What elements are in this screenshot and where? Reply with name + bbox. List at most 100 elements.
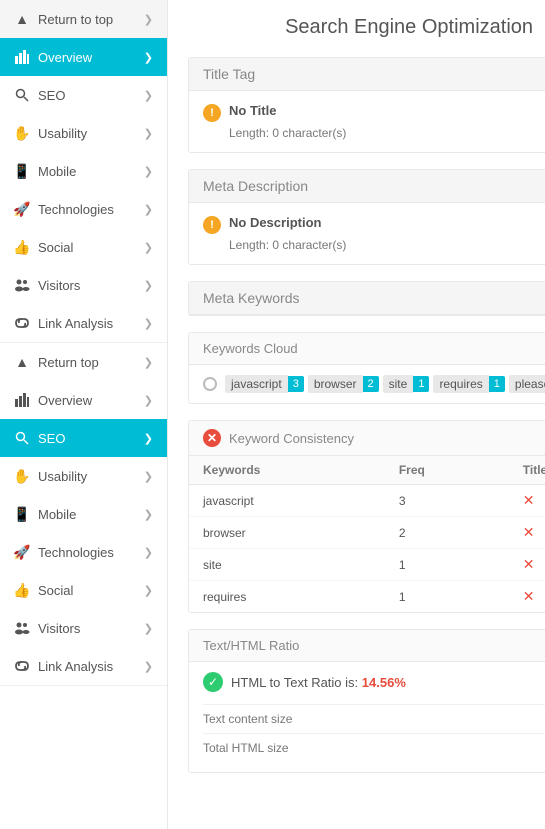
title-tag-header: Title Tag [189, 58, 545, 91]
ratio-header: Text/HTML Ratio [189, 630, 545, 662]
chart-icon-bottom [14, 392, 30, 408]
meta-keywords-section: Meta Keywords [188, 281, 545, 316]
sidebar-item-mobile[interactable]: 📱 Mobile ❯ [0, 152, 167, 190]
ratio-stat-row: Text content size 120 bytes [203, 705, 545, 734]
sidebar-item-social-bottom[interactable]: 👍 Social ❯ [0, 571, 167, 609]
sidebar-item-social[interactable]: 👍 Social ❯ [0, 228, 167, 266]
sidebar-return-top[interactable]: ▲ Return to top ❯ [0, 0, 167, 38]
page-title: Search Engine Optimization [188, 16, 545, 39]
table-row: javascript 3 ✕ [189, 485, 545, 517]
sidebar-item-usability-bottom[interactable]: ✋ Usability ❯ [0, 457, 167, 495]
sidebar-bottom-section: ▲ Return top ❯ Overview [0, 343, 167, 686]
chevron-right-icon-visitors: ❯ [144, 279, 153, 292]
title-tag-length: Length: 0 character(s) [229, 126, 545, 140]
ratio-text: HTML to Text Ratio is: 14.56% [231, 675, 406, 690]
title-tag-status: No Title [229, 103, 276, 118]
chevron-right-icon-usability: ❯ [144, 127, 153, 140]
sidebar-mobile-label: Mobile [38, 164, 76, 179]
cloud-tag-count: 3 [288, 376, 304, 392]
warning-icon-title: ! [203, 104, 221, 122]
cloud-tag-count: 1 [413, 376, 429, 392]
sidebar-item-usability[interactable]: ✋ Usability ❯ [0, 114, 167, 152]
cloud-tags-container: javascript 3 browser 2 site 1 requires 1 [225, 375, 545, 393]
sidebar-usability-label: Usability [38, 126, 87, 141]
ratio-stat-label: Text content size [203, 712, 292, 726]
sidebar-item-overview-bottom[interactable]: Overview ❯ [0, 381, 167, 419]
group-icon [14, 277, 30, 293]
search-icon [14, 87, 30, 103]
title-cell: ✕ [509, 485, 545, 517]
chevron-right-icon-link-bottom: ❯ [144, 660, 153, 673]
ratio-stat-label: Total HTML size [203, 741, 289, 755]
sidebar-item-link-bottom[interactable]: Link Analysis ❯ [0, 647, 167, 685]
sidebar-item-tech-bottom[interactable]: 🚀 Technologies ❯ [0, 533, 167, 571]
chevron-right-icon-overview-bottom: ❯ [144, 394, 153, 407]
link-icon [14, 315, 30, 331]
freq-cell: 1 [385, 581, 509, 613]
title-cell: ✕ [509, 581, 545, 613]
sidebar-link-bottom-label: Link Analysis [38, 659, 113, 674]
sidebar-item-seo-bottom[interactable]: SEO ❯ [0, 419, 167, 457]
sidebar-social-label: Social [38, 240, 73, 255]
chevron-right-icon-overview: ❯ [144, 51, 153, 64]
table-row: browser 2 ✕ [189, 517, 545, 549]
chevron-right-icon-seo: ❯ [144, 89, 153, 102]
error-icon-consistency: ✕ [203, 429, 221, 447]
cloud-tag-please: please 1 [509, 375, 545, 393]
text-html-ratio-section: Text/HTML Ratio ✓ HTML to Text Ratio is:… [188, 629, 545, 773]
meta-description-status: No Description [229, 215, 321, 230]
mobile-icon-bottom: 📱 [14, 506, 30, 522]
ratio-stats: Text content size 120 bytes Total HTML s… [203, 704, 545, 762]
sidebar-item-visitors-bottom[interactable]: Visitors ❯ [0, 609, 167, 647]
sidebar-item-overview[interactable]: Overview ❯ [0, 38, 167, 76]
chevron-right-icon-tech-bottom: ❯ [144, 546, 153, 559]
sidebar-item-seo[interactable]: SEO ❯ [0, 76, 167, 114]
keyword-consistency-header: ✕ Keyword Consistency [189, 421, 545, 456]
x-mark-icon: ✕ [523, 524, 535, 540]
table-row: site 1 ✕ [189, 549, 545, 581]
meta-description-header: Meta Description [189, 170, 545, 203]
sidebar-return-top-label: Return to top [38, 12, 113, 27]
chevron-right-icon-usability-bottom: ❯ [144, 470, 153, 483]
keyword-consistency-table: Keywords Freq Title javascript 3 ✕ brows… [189, 456, 545, 612]
thumbs-up-icon: 👍 [14, 239, 30, 255]
meta-description-length: Length: 0 character(s) [229, 238, 545, 252]
sidebar-overview-bottom-label: Overview [38, 393, 92, 408]
search-icon-bottom [14, 430, 30, 446]
ratio-body: ✓ HTML to Text Ratio is: 14.56% Text con… [189, 662, 545, 772]
hand-icon: ✋ [14, 125, 30, 141]
keyword-consistency-section: ✕ Keyword Consistency Keywords Freq Titl… [188, 420, 545, 613]
warning-icon-meta: ! [203, 216, 221, 234]
col-header-title: Title [509, 456, 545, 485]
chevron-right-icon-return-bottom: ❯ [144, 356, 153, 369]
ratio-info-row: ✓ HTML to Text Ratio is: 14.56% [203, 672, 545, 692]
sidebar-visitors-label: Visitors [38, 278, 80, 293]
chevron-right-icon-social: ❯ [144, 241, 153, 254]
title-cell: ✕ [509, 517, 545, 549]
sidebar-item-link-analysis[interactable]: Link Analysis ❯ [0, 304, 167, 342]
sidebar-return-bottom[interactable]: ▲ Return top ❯ [0, 343, 167, 381]
sidebar-mobile-bottom-label: Mobile [38, 507, 76, 522]
sidebar-item-technologies[interactable]: 🚀 Technologies ❯ [0, 190, 167, 228]
sidebar-link-analysis-label: Link Analysis [38, 316, 113, 331]
sidebar-social-bottom-label: Social [38, 583, 73, 598]
sidebar-usability-bottom-label: Usability [38, 469, 87, 484]
hand-icon-bottom: ✋ [14, 468, 30, 484]
cloud-tag-requires: requires 1 [433, 375, 504, 393]
sidebar-item-visitors[interactable]: Visitors ❯ [0, 266, 167, 304]
thumbs-up-icon-bottom: 👍 [14, 582, 30, 598]
cloud-tag-word: browser [308, 375, 363, 393]
keywords-cloud-body: javascript 3 browser 2 site 1 requires 1 [189, 365, 545, 403]
meta-keywords-header: Meta Keywords [189, 282, 545, 315]
keywords-cloud-section: Keywords Cloud javascript 3 browser 2 si… [188, 332, 545, 404]
success-icon: ✓ [203, 672, 223, 692]
x-mark-icon: ✕ [523, 588, 535, 604]
chevron-right-icon: ❯ [144, 13, 153, 26]
sidebar-technologies-label: Technologies [38, 202, 114, 217]
sidebar-overview-label: Overview [38, 50, 92, 65]
keyword-cell: javascript [189, 485, 385, 517]
sidebar-top-section: ▲ Return to top ❯ Overvi [0, 0, 167, 343]
sidebar-item-mobile-bottom[interactable]: 📱 Mobile ❯ [0, 495, 167, 533]
group-icon-bottom [14, 620, 30, 636]
table-row: requires 1 ✕ [189, 581, 545, 613]
